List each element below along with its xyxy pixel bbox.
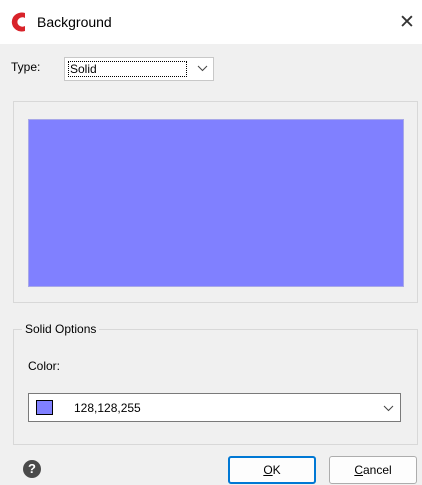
app-logo-icon (11, 12, 25, 32)
help-icon[interactable]: ? (23, 460, 41, 478)
type-dropdown-value: Solid (68, 61, 187, 77)
ok-button[interactable]: OK (228, 456, 316, 484)
type-dropdown[interactable]: Solid (64, 57, 214, 81)
color-label: Color: (28, 359, 61, 373)
cancel-label: ancel (362, 463, 392, 477)
ok-mnemonic: O (263, 463, 273, 477)
title-bar: Background ✕ (0, 0, 422, 44)
type-label: Type: (11, 60, 41, 74)
background-preview-swatch (29, 120, 403, 286)
chevron-down-icon (197, 65, 208, 72)
color-value: 128,128,255 (74, 401, 141, 415)
color-swatch (36, 400, 53, 415)
chevron-down-icon (383, 405, 394, 412)
cancel-mnemonic: C (354, 463, 363, 477)
close-button[interactable]: ✕ (392, 4, 422, 40)
close-icon: ✕ (399, 11, 415, 33)
solid-options-title: Solid Options (22, 322, 100, 336)
color-dropdown[interactable]: 128,128,255 (28, 393, 401, 422)
window-title: Background (37, 14, 112, 30)
ok-label: K (272, 463, 281, 477)
cancel-button[interactable]: Cancel (329, 456, 417, 484)
solid-options-group (13, 329, 418, 445)
